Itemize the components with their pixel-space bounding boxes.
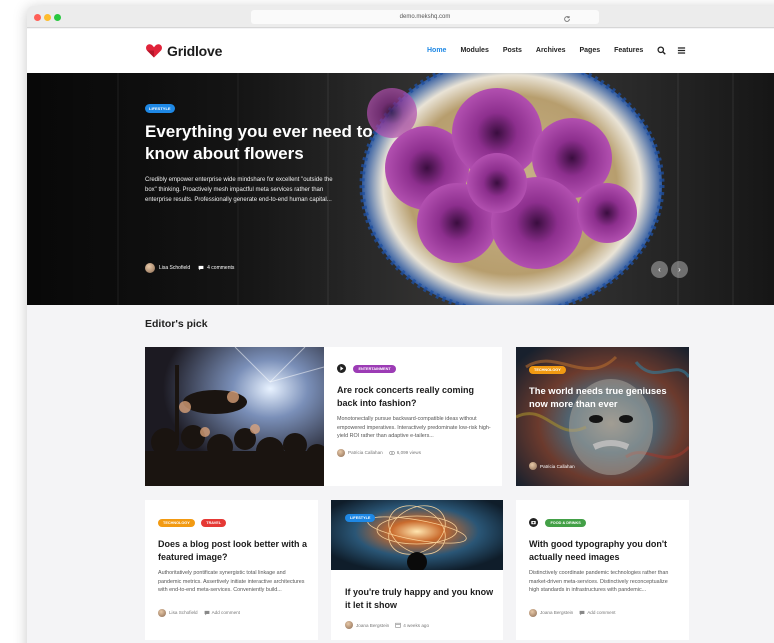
nav-item-posts[interactable]: Posts: [503, 47, 522, 54]
category-badge-technology[interactable]: Technology: [158, 518, 195, 527]
light-painting-image[interactable]: [331, 500, 503, 570]
site-logo[interactable]: Gridlove: [146, 42, 222, 60]
calendar-icon: [395, 622, 401, 628]
hero-slider[interactable]: Lifestyle Everything you ever need to kn…: [27, 73, 774, 305]
nav-item-features[interactable]: Features: [614, 47, 643, 54]
browser-toolbar: demo.mekshq.com: [27, 6, 774, 28]
category-badge-travel[interactable]: Travel: [201, 518, 227, 527]
slider-arrows: ‹ ›: [648, 261, 688, 278]
category-badge-entertainment[interactable]: Entertainment: [353, 364, 396, 373]
main-navigation: Home Modules Posts Archives Pages Featur…: [427, 46, 697, 55]
card-views: 6,099 views: [396, 450, 421, 456]
card-author[interactable]: Patricia Callahan: [540, 464, 575, 469]
card-excerpt: Distinctively coordinate pandemic techno…: [529, 570, 669, 594]
card-body: If you're truly happy and you know it le…: [345, 580, 495, 629]
prev-slide-button[interactable]: ‹: [651, 261, 668, 278]
hero-meta: Lisa Schofield 4 comments: [145, 263, 234, 273]
browser-window: demo.mekshq.com Gridlove Home Modules Po…: [27, 6, 774, 643]
card-title[interactable]: If you're truly happy and you know it le…: [345, 586, 495, 612]
search-icon[interactable]: [657, 46, 667, 55]
card-author[interactable]: Lisa Schofield: [169, 610, 198, 615]
card-title[interactable]: With good typography you don't actually …: [529, 538, 679, 564]
card-title[interactable]: Does a blog post look better with a feat…: [158, 538, 308, 564]
site-header: Gridlove Home Modules Posts Archives Pag…: [27, 29, 774, 73]
post-card-geniuses: Technology The world needs true geniuses…: [516, 347, 689, 486]
card-body: Technology Travel Does a blog post look …: [158, 514, 308, 617]
card-title[interactable]: Are rock concerts really coming back int…: [337, 384, 492, 410]
post-card-typography: Food & Drinks With good typography you d…: [516, 500, 689, 640]
next-slide-button[interactable]: ›: [671, 261, 688, 278]
card-comments[interactable]: Add comment: [212, 610, 240, 615]
card-meta: Joana Bergstein Add comment: [529, 608, 679, 617]
comment-icon: [198, 265, 204, 271]
close-window-button[interactable]: [34, 14, 41, 21]
card-author[interactable]: Joana Bergstein: [356, 623, 389, 628]
minimize-window-button[interactable]: [44, 14, 51, 21]
camera-format-icon: [529, 518, 538, 528]
nav-item-archives[interactable]: Archives: [536, 47, 566, 54]
video-format-icon: [337, 364, 346, 374]
card-body: Food & Drinks With good typography you d…: [529, 514, 679, 617]
hero-comments[interactable]: 4 comments: [207, 265, 234, 271]
card-title[interactable]: The world needs true geniuses now more t…: [529, 384, 679, 410]
card-date: 4 weeks ago: [403, 622, 429, 628]
author-avatar[interactable]: [529, 462, 537, 470]
author-avatar[interactable]: [529, 608, 537, 617]
author-avatar[interactable]: [158, 608, 166, 617]
card-meta: Joana Bergstein 4 weeks ago: [345, 621, 495, 629]
card-meta: Patricia Callahan: [529, 462, 575, 470]
section-title: Editor's pick: [145, 318, 208, 330]
card-body: Entertainment Are rock concerts really c…: [337, 360, 492, 457]
reload-icon[interactable]: [563, 10, 575, 24]
menu-icon[interactable]: [677, 46, 686, 55]
concert-image[interactable]: [145, 347, 324, 486]
nav-item-home[interactable]: Home: [427, 47, 446, 54]
hero-title[interactable]: Everything you ever need to know about f…: [145, 121, 375, 165]
category-badge-food-drinks[interactable]: Food & Drinks: [545, 518, 586, 527]
category-badge-technology[interactable]: Technology: [529, 365, 566, 374]
card-author[interactable]: Joana Bergstein: [540, 610, 573, 615]
card-comments[interactable]: Add comment: [587, 610, 615, 615]
hero-author[interactable]: Lisa Schofield: [159, 265, 190, 271]
maximize-window-button[interactable]: [54, 14, 61, 21]
card-meta: Lisa Schofield Add comment: [158, 608, 308, 617]
card-excerpt: Monotonectally pursue backward-compatibl…: [337, 416, 491, 440]
address-bar[interactable]: demo.mekshq.com: [251, 10, 599, 24]
comment-icon: [579, 610, 585, 616]
author-avatar[interactable]: [345, 621, 353, 629]
category-badge-lifestyle[interactable]: Lifestyle: [345, 514, 376, 522]
hero-excerpt: Credibly empower enterprise wide mindsha…: [145, 177, 333, 203]
post-card-truly-happy: Lifestyle If you're truly happy and you …: [331, 500, 503, 640]
nav-item-modules[interactable]: Modules: [460, 47, 488, 54]
post-card-featured-image: Technology Travel Does a blog post look …: [145, 500, 318, 640]
hero-category-badge[interactable]: Lifestyle: [145, 104, 175, 113]
card-meta: Patricia Callahan 6,099 views: [337, 448, 492, 457]
card-body: Technology The world needs true geniuses…: [529, 361, 679, 410]
author-avatar[interactable]: [337, 448, 345, 457]
card-author[interactable]: Patricia Callahan: [348, 450, 383, 455]
comment-icon: [204, 610, 210, 616]
card-excerpt: Authoritatively pontificate synergistic …: [158, 570, 305, 594]
post-card-rock-concerts: Entertainment Are rock concerts really c…: [145, 347, 502, 486]
nav-item-pages[interactable]: Pages: [579, 47, 600, 54]
heart-logo-icon: [146, 44, 162, 58]
site-name: Gridlove: [167, 43, 223, 59]
author-avatar[interactable]: [145, 263, 155, 273]
eye-icon: [388, 450, 395, 455]
